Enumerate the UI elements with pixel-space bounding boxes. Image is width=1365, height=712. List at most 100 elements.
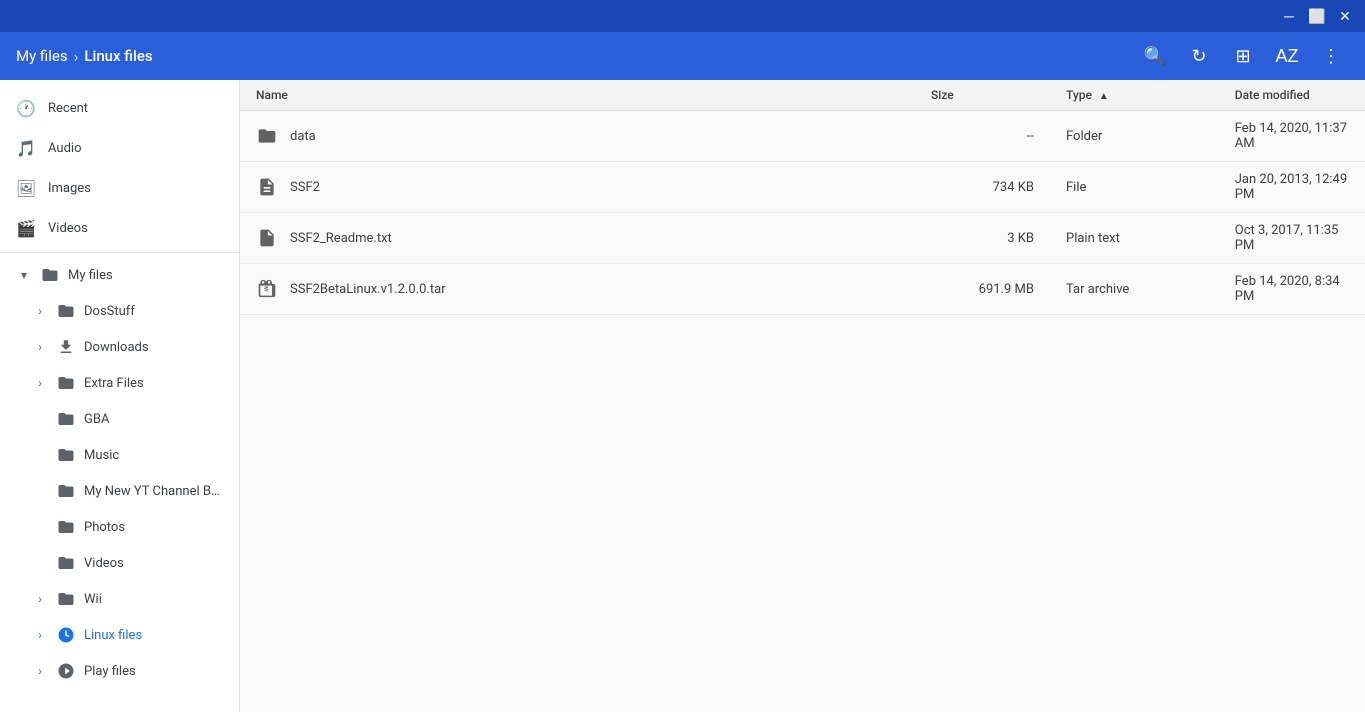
sidebar-label-dosstuff: DosStuff [84,304,223,319]
linux-chevron: › [32,628,48,642]
close-button[interactable]: ✕ [1333,4,1357,28]
title-bar: ─ ⬜ ✕ [0,0,1365,32]
file-size: 691.9 MB [915,264,1050,315]
file-date: Oct 3, 2017, 11:35 PM [1219,213,1365,264]
play-folder-icon [56,662,76,680]
file-row-name: SSF2BetaLinux.v1.2.0.0.tar [256,279,899,299]
table-header-row: Name Size Type ▲ Date modified [240,80,1365,111]
sidebar-label-youtube: My New YT Channel Bann... [84,484,223,499]
wii-chevron: › [32,592,48,606]
sidebar-item-photos[interactable]: Photos [0,509,239,545]
table-row[interactable]: SSF2_Readme.txt 3 KB Plain text Oct 3, 2… [240,213,1365,264]
videos-sub-folder-icon [56,554,76,572]
table-row[interactable]: data -- Folder Feb 14, 2020, 11:37 AM [240,111,1365,162]
column-header-size[interactable]: Size [915,80,1050,111]
sidebar-label-wii: Wii [84,592,223,607]
refresh-button[interactable]: ↻ [1181,38,1217,74]
music-folder-icon [56,446,76,464]
sidebar-item-extrafiles[interactable]: › Extra Files [0,365,239,401]
grid-view-button[interactable]: ⊞ [1225,38,1261,74]
sort-button[interactable]: AZ [1269,38,1305,74]
file-name: SSF2BetaLinux.v1.2.0.0.tar [290,282,446,297]
play-chevron: › [32,664,48,678]
minimize-button[interactable]: ─ [1277,4,1301,28]
extrafiles-folder-icon [56,374,76,392]
content-area: Name Size Type ▲ Date modified [240,80,1365,712]
sidebar-item-recent[interactable]: 🕐 Recent [0,88,239,128]
breadcrumb-separator: › [74,47,79,66]
file-row-name: SSF2 [256,177,899,197]
more-menu-button[interactable]: ⋮ [1313,38,1349,74]
table-row[interactable]: SSF2BetaLinux.v1.2.0.0.tar 691.9 MB Tar … [240,264,1365,315]
file-size: 734 KB [915,162,1050,213]
sidebar-item-gba[interactable]: GBA [0,401,239,437]
column-header-name[interactable]: Name [240,80,915,111]
file-name: data [290,129,316,144]
file-row-name: SSF2_Readme.txt [256,228,899,248]
sidebar-label-extrafiles: Extra Files [84,376,223,391]
downloads-folder-icon [56,338,76,356]
sidebar-item-downloads[interactable]: › Downloads [0,329,239,365]
videos-icon: 🎬 [16,219,36,238]
archive-icon [256,279,278,299]
sidebar-label-audio: Audio [48,141,223,156]
sidebar-label-photos: Photos [84,520,223,535]
sidebar-item-music[interactable]: Music [0,437,239,473]
breadcrumb-current: Linux files [84,47,152,65]
sidebar-item-youtube[interactable]: My New YT Channel Bann... [0,473,239,509]
file-size: 3 KB [915,213,1050,264]
recent-icon: 🕐 [16,99,36,118]
audio-icon: 🎵 [16,139,36,158]
sidebar-label-downloads: Downloads [84,340,223,355]
file-name: SSF2_Readme.txt [290,231,392,246]
file-date: Jan 20, 2013, 12:49 PM [1219,162,1365,213]
extrafiles-chevron: › [32,376,48,390]
file-size: -- [915,111,1050,162]
sidebar-label-videos-sub: Videos [84,556,223,571]
column-header-type[interactable]: Type ▲ [1050,80,1219,111]
folder-icon [256,126,278,146]
header-actions: 🔍 ↻ ⊞ AZ ⋮ [1137,38,1349,74]
sidebar-item-videos[interactable]: 🎬 Videos [0,208,239,248]
sidebar-item-dosstuff[interactable]: › DosStuff [0,293,239,329]
sidebar: 🕐 Recent 🎵 Audio 🖼 Images 🎬 Videos ▾ My … [0,80,240,712]
dosstuff-chevron: › [32,304,48,318]
table-row[interactable]: SSF2 734 KB File Jan 20, 2013, 12:49 PM [240,162,1365,213]
file-icon [256,177,278,197]
file-type: File [1050,162,1219,213]
sidebar-label-gba: GBA [84,412,223,427]
sidebar-item-myfiles[interactable]: ▾ My files [0,257,239,293]
images-icon: 🖼 [16,179,36,198]
file-date: Feb 14, 2020, 11:37 AM [1219,111,1365,162]
sidebar-item-linux-files[interactable]: › Linux files [0,617,239,653]
breadcrumb: My files › Linux files [16,47,1129,66]
sidebar-label-videos: Videos [48,221,223,236]
sidebar-label-linux-files: Linux files [84,628,223,643]
sidebar-item-play-files[interactable]: › Play files [0,653,239,689]
linux-folder-icon [56,626,76,644]
gba-folder-icon [56,410,76,428]
wii-folder-icon [56,590,76,608]
dosstuff-folder-icon [56,302,76,320]
photos-folder-icon [56,518,76,536]
sidebar-label-recent: Recent [48,101,223,116]
column-header-date[interactable]: Date modified [1219,80,1365,111]
file-type: Plain text [1050,213,1219,264]
sidebar-item-audio[interactable]: 🎵 Audio [0,128,239,168]
text-file-icon [256,228,278,248]
downloads-chevron: › [32,340,48,354]
breadcrumb-root[interactable]: My files [16,47,68,65]
file-table: Name Size Type ▲ Date modified [240,80,1365,315]
sidebar-item-images[interactable]: 🖼 Images [0,168,239,208]
search-button[interactable]: 🔍 [1137,38,1173,74]
myfiles-folder-icon [40,266,60,284]
file-name: SSF2 [290,180,320,195]
sidebar-item-videos-sub[interactable]: Videos [0,545,239,581]
sidebar-item-wii[interactable]: › Wii [0,581,239,617]
main-layout: 🕐 Recent 🎵 Audio 🖼 Images 🎬 Videos ▾ My … [0,80,1365,712]
maximize-button[interactable]: ⬜ [1305,4,1329,28]
file-row-name: data [256,126,899,146]
file-date: Feb 14, 2020, 8:34 PM [1219,264,1365,315]
file-type: Folder [1050,111,1219,162]
header: My files › Linux files 🔍 ↻ ⊞ AZ ⋮ [0,32,1365,80]
